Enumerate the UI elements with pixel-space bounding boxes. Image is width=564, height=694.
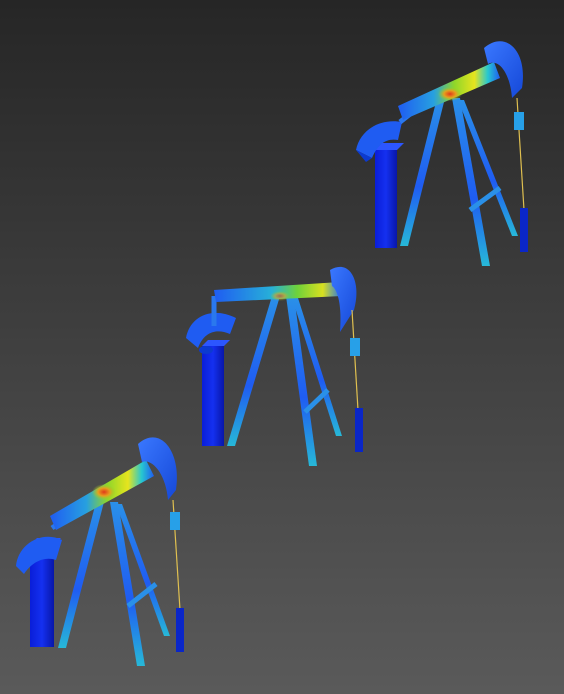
background [0,0,564,694]
stress-result-scene [0,0,564,694]
wellhead [176,608,184,652]
gearbox-tower [202,346,224,446]
carrier-bar [514,112,524,130]
fea-viewport[interactable] [0,0,564,694]
wellhead [355,408,363,452]
wellhead [520,208,528,252]
carrier-bar [170,512,180,530]
saddle-bearing-hotspot [92,484,116,500]
gearbox-tower [375,150,397,248]
saddle-bearing-hotspot [438,87,462,101]
saddle-bearing-hotspot [270,291,290,301]
carrier-bar [350,338,360,356]
